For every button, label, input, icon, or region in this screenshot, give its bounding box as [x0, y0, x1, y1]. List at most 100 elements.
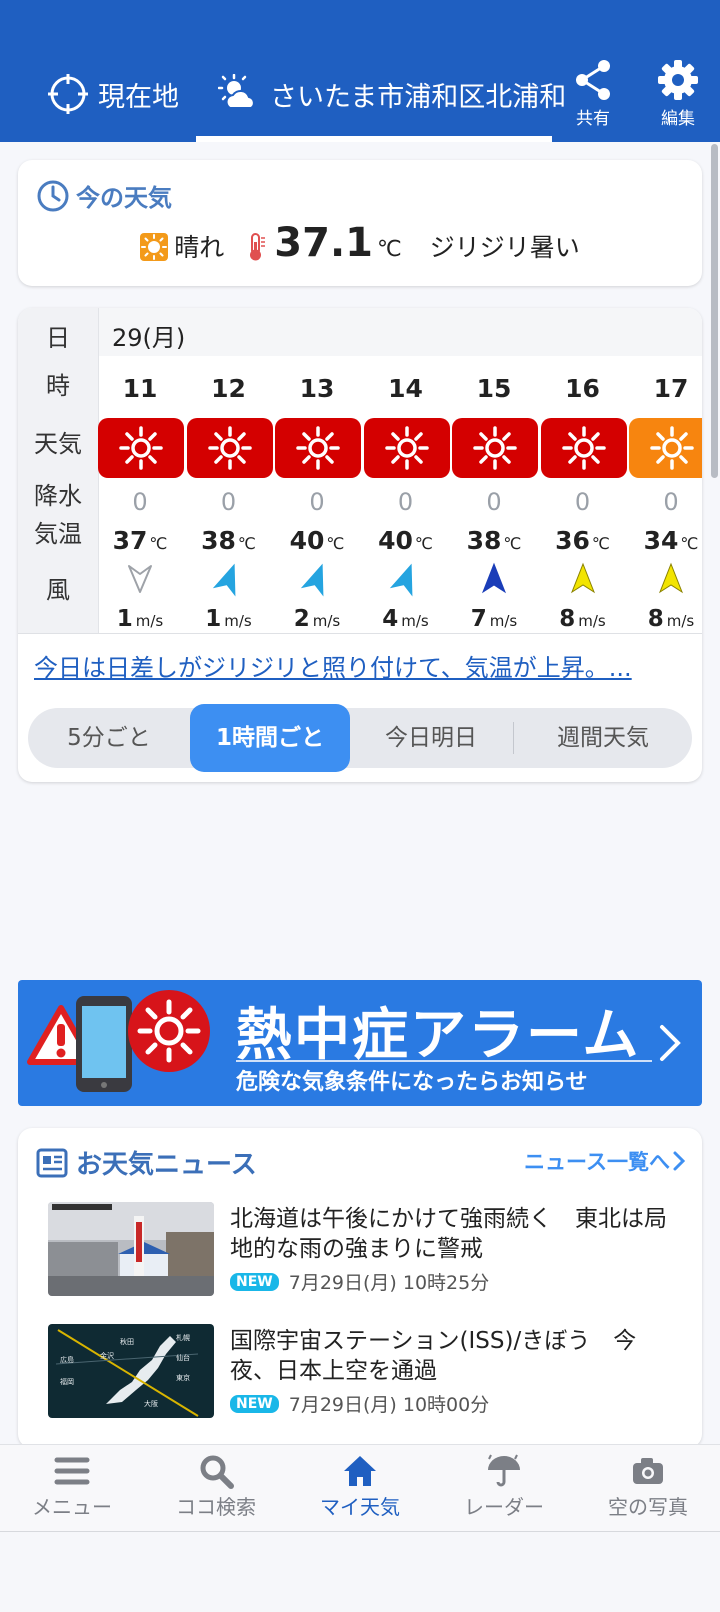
- precip-value: 0: [663, 488, 679, 516]
- svg-text:金沢: 金沢: [100, 1351, 114, 1360]
- precip-value: 0: [132, 488, 148, 516]
- wind-direction-icon: [480, 562, 508, 600]
- home-icon: [344, 1456, 376, 1486]
- current-weather-row: 晴れ 37.1 ℃ ジリジリ暑い: [18, 220, 702, 266]
- row-label-temp: 気温: [34, 520, 82, 548]
- nav-search[interactable]: ココ検索: [144, 1453, 288, 1520]
- wind-speed-number: 1: [205, 606, 222, 632]
- temperature-number: 40: [378, 526, 413, 555]
- temperature-value: 38 ℃: [185, 526, 273, 555]
- banner-title: 熱中症アラーム: [236, 1003, 641, 1068]
- segment-5min[interactable]: 5分ごと: [28, 708, 190, 768]
- temperature-value: 40 ℃: [362, 526, 450, 555]
- precip-value: 0: [220, 488, 237, 516]
- nav-label: 空の写真: [608, 1495, 688, 1519]
- wind-speed-number: 2: [293, 606, 310, 632]
- chevron-right-icon: [673, 1151, 686, 1171]
- weather-news-card: お天気ニュース ニュース一覧へ 北海道は午後にかけて強雨続く 東北は局地的な雨の…: [18, 1128, 702, 1448]
- temperature-unit: ℃: [237, 534, 256, 553]
- bottom-navigation: メニュー ココ検索 マイ天気 レーダー 空の写真: [0, 1444, 720, 1532]
- row-label-wind: 風: [46, 576, 70, 604]
- row-labels: 日 時 天気 降水 気温 風: [18, 308, 99, 633]
- wind-speed-number: 4: [382, 606, 399, 632]
- sun-badge-icon: [128, 990, 210, 1072]
- temperature-unit: ℃: [326, 534, 345, 553]
- news-thumbnail: [48, 1202, 214, 1296]
- temperature-value: 38 ℃: [450, 526, 538, 555]
- current-weather-card[interactable]: 今の天気 晴れ 37.1 ℃ ジリジリ暑い: [18, 160, 702, 286]
- edit-button[interactable]: 編集: [648, 58, 708, 129]
- forecast-summary-link[interactable]: 今日は日差しがジリジリと照り付けて、気温が上昇。...: [34, 648, 632, 683]
- wind-speed-unit: m/s: [312, 612, 341, 630]
- wind-speed-number: 1: [116, 606, 133, 632]
- nav-menu[interactable]: メニュー: [0, 1453, 144, 1520]
- temperature-number: 38: [201, 526, 236, 555]
- temperature-unit: ℃: [503, 534, 522, 553]
- news-thumbnail: 広島 福岡 金沢 秋田 札幌 仙台 東京 大阪: [48, 1324, 214, 1418]
- row-label-precip: 降水: [34, 482, 82, 510]
- wind-speed-number: 8: [559, 606, 576, 632]
- news-headline: 北海道は午後にかけて強雨続く 東北は局地的な雨の強まりに警戒: [230, 1206, 667, 1262]
- smartphone-icon: [76, 996, 132, 1092]
- current-temperature: 37.1: [274, 220, 373, 266]
- sunny-icon: [140, 233, 169, 261]
- segment-weekly[interactable]: 週間天気: [514, 708, 692, 768]
- app-header: 現在地 さいたま市浦和区北浦和 共有 編集: [0, 0, 720, 142]
- hourly-forecast-card[interactable]: 日 時 天気 降水 気温 風 29(月) 11 0 37 ℃ 1 m/s 12 0 38 ℃ 1 m/…: [18, 308, 702, 782]
- news-heading: お天気ニュース: [36, 1144, 257, 1181]
- sunny-tile: [186, 418, 273, 478]
- hour-label: 12: [211, 374, 246, 403]
- news-meta: NEW 7月29日(月) 10時25分: [230, 1268, 489, 1295]
- news-meta: NEW 7月29日(月) 10時00分: [230, 1390, 489, 1417]
- tab-label: さいたま市浦和区北浦和: [270, 81, 567, 113]
- hour-column: 12 0 38 ℃ 1 m/s: [185, 356, 273, 633]
- svg-text:大阪: 大阪: [144, 1399, 158, 1408]
- nav-label: レーダー: [464, 1495, 544, 1519]
- chevron-right-icon: [660, 1025, 681, 1061]
- wind-direction-icon: [657, 562, 685, 600]
- temperature-unit: ℃: [591, 534, 610, 553]
- tab-current-location[interactable]: 現在地: [48, 70, 179, 118]
- wind-speed-value: 8 m/s: [539, 606, 627, 632]
- tab-selected-location[interactable]: さいたま市浦和区北浦和: [218, 70, 566, 118]
- segment-today-tomorrow[interactable]: 今日明日: [350, 708, 512, 768]
- share-button[interactable]: 共有: [563, 58, 623, 129]
- news-title: お天気ニュース: [76, 1150, 257, 1180]
- wind-speed-number: 8: [647, 606, 664, 632]
- divider: [18, 633, 702, 634]
- news-list-link[interactable]: ニュース一覧へ: [524, 1146, 686, 1176]
- news-item[interactable]: 広島 福岡 金沢 秋田 札幌 仙台 東京 大阪 国際宇宙ステーション(ISS)/きぼう …: [48, 1324, 688, 1424]
- wind-speed-unit: m/s: [489, 612, 518, 630]
- hour-label: 17: [653, 374, 689, 403]
- share-label: 共有: [576, 109, 610, 129]
- newspaper-icon: [36, 1148, 68, 1177]
- clock-icon: [37, 180, 69, 211]
- sunny-tile: [540, 418, 627, 478]
- temperature-number: 38: [466, 526, 502, 555]
- wind-speed-number: 7: [470, 606, 487, 632]
- nav-label: マイ天気: [320, 1495, 400, 1519]
- nav-radar[interactable]: レーダー: [432, 1453, 576, 1520]
- wind-speed-unit: m/s: [224, 612, 252, 630]
- wind-direction-icon: [389, 562, 420, 600]
- nav-sky-photos[interactable]: 空の写真: [576, 1453, 720, 1520]
- temperature-value: 37 ℃: [96, 526, 184, 555]
- scrollbar[interactable]: [711, 144, 718, 478]
- current-weather-description: ジリジリ暑い: [429, 233, 580, 262]
- sunny-tile: [629, 418, 702, 478]
- hour-label: 15: [476, 374, 512, 403]
- hour-label: 16: [565, 374, 600, 403]
- tab-selection-indicator: [196, 136, 552, 142]
- news-headline: 国際宇宙ステーション(ISS)/きぼう 今夜、日本上空を通過: [230, 1328, 637, 1384]
- hour-label: 14: [388, 374, 423, 403]
- news-list-label: ニュース一覧へ: [524, 1150, 670, 1174]
- row-label-hour: 時: [46, 372, 70, 400]
- tab-label: 現在地: [98, 81, 179, 113]
- nav-my-weather[interactable]: マイ天気: [288, 1453, 432, 1520]
- news-item[interactable]: 北海道は午後にかけて強雨続く 東北は局地的な雨の強まりに警戒 NEW 7月29日…: [48, 1202, 688, 1302]
- segment-hourly[interactable]: 1時間ごと: [190, 704, 350, 772]
- temperature-unit: ℃: [680, 534, 699, 553]
- heatstroke-alarm-banner[interactable]: 熱中症アラーム 危険な気象条件になったらお知らせ: [18, 980, 702, 1106]
- temperature-value: 34 ℃: [627, 526, 702, 555]
- temperature-number: 36: [555, 526, 590, 555]
